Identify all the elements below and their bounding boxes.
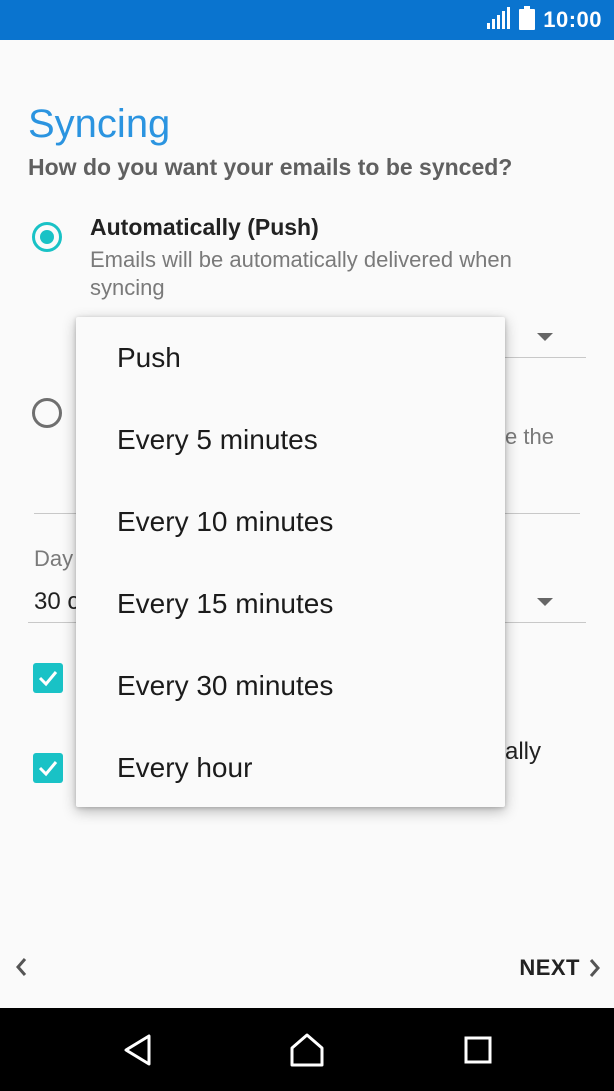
back-triangle-icon bbox=[124, 1034, 151, 1066]
manual-option-description-fragment: e the bbox=[505, 424, 554, 449]
nav-home-button[interactable] bbox=[283, 1026, 331, 1074]
days-field-label: Day bbox=[34, 546, 74, 571]
chevron-down-icon[interactable] bbox=[537, 598, 553, 606]
recents-icon bbox=[464, 1036, 492, 1064]
sync-frequency-dropdown: Push Every 5 minutes Every 10 minutes Ev… bbox=[76, 317, 505, 807]
manual-radio-button[interactable] bbox=[32, 398, 62, 428]
nav-back-button[interactable] bbox=[114, 1026, 162, 1074]
push-option-title[interactable]: Automatically (Push) bbox=[90, 214, 319, 241]
days-field-value[interactable]: 30 c bbox=[34, 588, 79, 616]
checkbox-1[interactable] bbox=[33, 663, 63, 693]
next-label: NEXT bbox=[519, 955, 580, 980]
next-button[interactable]: NEXT bbox=[519, 952, 602, 984]
page-title: Syncing bbox=[28, 102, 171, 146]
dropdown-item-push[interactable]: Push bbox=[76, 317, 505, 399]
dropdown-item-every-hour[interactable]: Every hour bbox=[76, 727, 505, 809]
dropdown-item-every-15-minutes[interactable]: Every 15 minutes bbox=[76, 563, 505, 645]
dropdown-item-every-30-minutes[interactable]: Every 30 minutes bbox=[76, 645, 505, 727]
push-option-description: Emails will be automatically delivered w… bbox=[90, 247, 512, 300]
chevron-right-icon bbox=[589, 959, 600, 977]
chevron-down-icon[interactable] bbox=[537, 333, 553, 341]
sync-frequency-underline bbox=[505, 357, 586, 358]
signal-icon bbox=[487, 6, 511, 34]
dropdown-item-every-10-minutes[interactable]: Every 10 minutes bbox=[76, 481, 505, 563]
dropdown-item-every-5-minutes[interactable]: Every 5 minutes bbox=[76, 399, 505, 481]
syncing-screen: Syncing How do you want your emails to b… bbox=[0, 40, 614, 1008]
push-radio-button[interactable] bbox=[32, 222, 62, 252]
status-indicators: 10:00 bbox=[487, 0, 602, 40]
battery-icon bbox=[519, 5, 536, 35]
home-icon bbox=[290, 1033, 324, 1067]
back-button[interactable] bbox=[10, 952, 32, 982]
checkbox-label-fragment: ally bbox=[505, 738, 542, 765]
status-bar: 10:00 bbox=[0, 0, 614, 40]
check-icon bbox=[38, 761, 58, 777]
navigation-bar bbox=[0, 1008, 614, 1091]
page-subtitle: How do you want your emails to be synced… bbox=[28, 154, 513, 180]
status-time: 10:00 bbox=[543, 7, 602, 32]
chevron-left-icon bbox=[16, 958, 27, 976]
nav-recents-button[interactable] bbox=[454, 1026, 502, 1074]
checkbox-2[interactable] bbox=[33, 753, 63, 783]
check-icon bbox=[38, 671, 58, 687]
